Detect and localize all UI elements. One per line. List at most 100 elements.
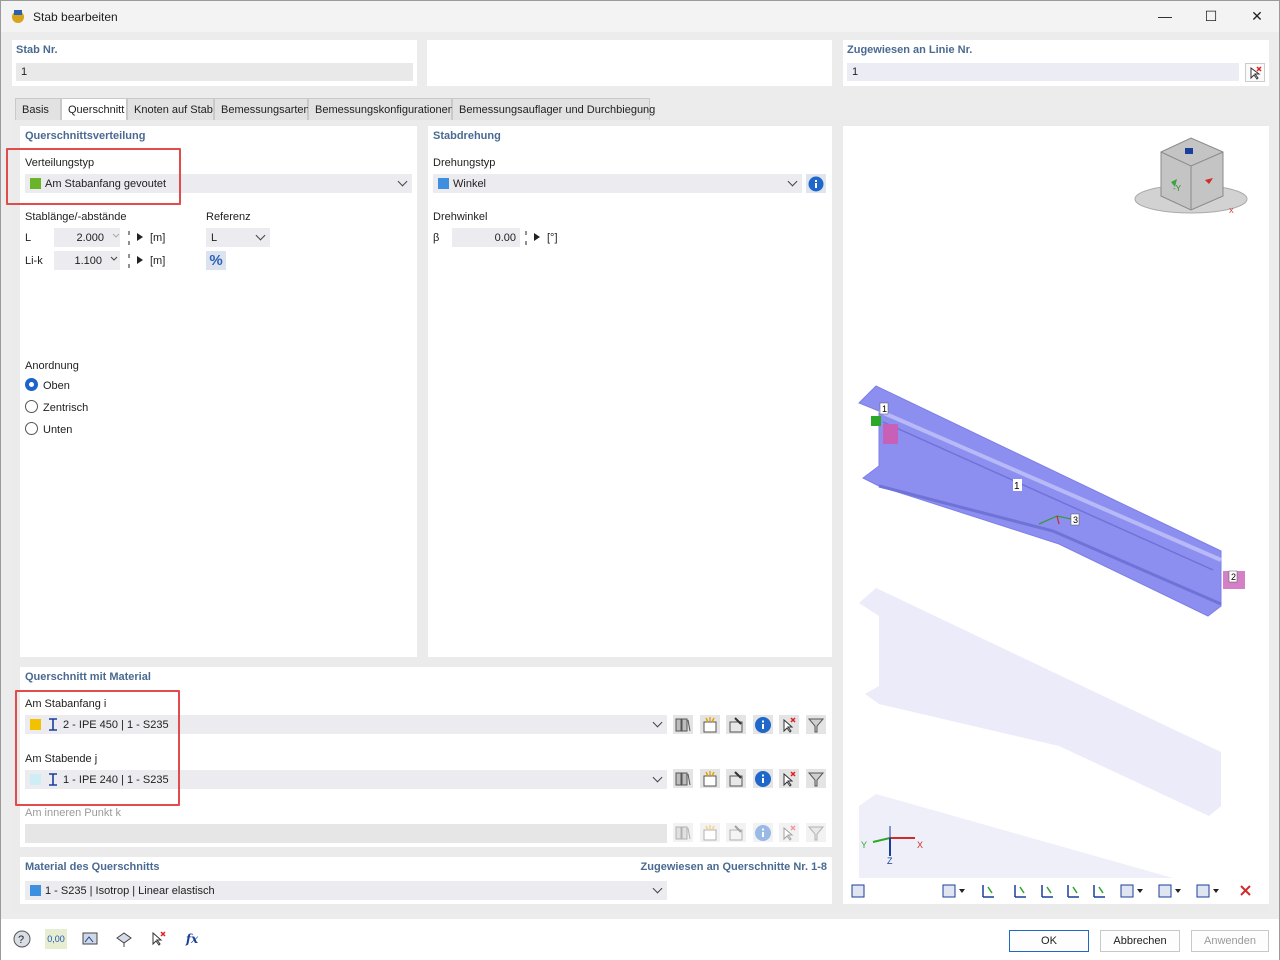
chevron-down-icon xyxy=(110,256,118,261)
edit-button[interactable] xyxy=(726,823,746,842)
beta-input[interactable]: 0.00 xyxy=(452,228,520,247)
spinner-icon[interactable] xyxy=(125,253,133,269)
tab-basis[interactable]: Basis xyxy=(15,98,61,120)
pick-line-button[interactable] xyxy=(1245,63,1265,82)
tab-bemessungsarten[interactable]: Bemessungsarten xyxy=(214,98,310,120)
info-button[interactable] xyxy=(752,823,773,842)
material-value: 1 - S235 | Isotrop | Linear elastisch xyxy=(45,885,215,897)
view-iso-button[interactable] xyxy=(1088,881,1110,901)
new-button[interactable] xyxy=(699,769,720,788)
library-button[interactable] xyxy=(673,715,693,734)
apply-button[interactable]: Anwenden xyxy=(1191,930,1269,952)
play-arrow-icon[interactable] xyxy=(137,233,143,241)
close-button[interactable]: ✕ xyxy=(1234,1,1280,32)
pick-button[interactable] xyxy=(779,823,799,842)
pick-button[interactable] xyxy=(779,769,799,788)
rotation-type-select[interactable]: Winkel xyxy=(433,174,802,193)
cancel-button[interactable]: Abbrechen xyxy=(1100,930,1180,952)
help-button[interactable]: ? xyxy=(11,929,33,949)
line-panel: Zugewiesen an Linie Nr. 1 xyxy=(843,40,1269,86)
units-button[interactable]: 0,00 xyxy=(45,929,67,949)
minimize-button[interactable]: — xyxy=(1142,1,1188,32)
view-select-button[interactable] xyxy=(847,881,869,901)
edit-button[interactable] xyxy=(726,769,746,788)
library-button[interactable] xyxy=(673,769,693,788)
length-label: Stablänge/-abstände xyxy=(25,211,127,223)
tab-querschnitt[interactable]: Querschnitt xyxy=(61,98,127,121)
axis-z-label: Z xyxy=(887,856,893,866)
info-button[interactable] xyxy=(752,769,773,788)
reference-select[interactable]: L xyxy=(206,228,270,247)
chevron-down-icon xyxy=(787,176,798,187)
filter-button[interactable] xyxy=(805,823,826,842)
info-button[interactable] xyxy=(752,715,773,734)
radio-unten[interactable] xyxy=(25,422,38,435)
stab-nr-panel: Stab Nr. 1 xyxy=(12,40,417,86)
formula-button[interactable]: fx xyxy=(181,929,203,949)
print-dropdown-button[interactable] xyxy=(1190,881,1224,901)
percent-button[interactable]: % xyxy=(206,251,226,270)
info-icon xyxy=(754,770,771,787)
play-arrow-icon[interactable] xyxy=(137,256,143,264)
chevron-down-icon xyxy=(959,889,965,893)
library-icon xyxy=(675,772,691,785)
view-neg-y-button[interactable] xyxy=(1036,881,1058,901)
display-dropdown-button[interactable] xyxy=(1152,881,1186,901)
new-button[interactable] xyxy=(699,715,720,734)
node-2-label: 2 xyxy=(1231,572,1236,582)
option-zentrisch-label: Zentrisch xyxy=(43,402,89,414)
new-button[interactable] xyxy=(699,823,720,842)
axis-dropdown-button[interactable] xyxy=(936,881,970,901)
axis-x-label: X xyxy=(917,840,923,850)
chevron-down-icon xyxy=(1213,889,1219,893)
tab-knoten-auf-stab[interactable]: Knoten auf Stab xyxy=(127,98,214,120)
display-button[interactable] xyxy=(79,929,101,949)
tab-bemessungskonfigurationen[interactable]: Bemessungskonfigurationen xyxy=(308,98,454,120)
reset-view-button[interactable] xyxy=(1235,881,1257,901)
ghost-beam xyxy=(859,794,1173,878)
spinner-icon[interactable] xyxy=(522,230,530,246)
filter-button[interactable] xyxy=(805,715,826,734)
filter-icon xyxy=(807,718,824,732)
rotation-color-swatch xyxy=(438,178,449,189)
print-dropdown-icon xyxy=(1196,884,1210,898)
window-title: Stab bearbeiten xyxy=(33,10,118,24)
material-select[interactable]: 1 - S235 | Isotrop | Linear elastisch xyxy=(25,881,667,900)
play-arrow-icon[interactable] xyxy=(534,233,540,241)
pick-cursor-icon xyxy=(783,716,796,733)
chevron-down-icon xyxy=(652,883,663,894)
cube-x-label: X xyxy=(1229,208,1234,215)
pick-button[interactable] xyxy=(779,715,799,734)
line-field[interactable]: 1 xyxy=(847,63,1239,81)
maximize-button[interactable]: ☐ xyxy=(1188,1,1234,32)
radio-zentrisch[interactable] xyxy=(25,400,38,413)
option-unten-label: Unten xyxy=(43,424,73,436)
view-z-button[interactable] xyxy=(1062,881,1084,901)
spinner-icon[interactable] xyxy=(125,230,133,246)
cube-neg-label: -Y xyxy=(1173,184,1182,193)
rotation-type-value: Winkel xyxy=(453,178,487,190)
line-label: Zugewiesen an Linie Nr. xyxy=(847,44,973,56)
view-cube-icon[interactable]: -Y X xyxy=(1134,137,1248,215)
view-front-button[interactable] xyxy=(977,881,999,901)
radio-oben[interactable] xyxy=(25,378,38,391)
footer-bar: ? 0,00 fx OK Abbrechen Anwenden xyxy=(1,919,1279,960)
tab-bemessungsauflager[interactable]: Bemessungsauflager und Durchbiegung xyxy=(452,98,655,120)
filter-button[interactable] xyxy=(805,769,826,788)
edit-button[interactable] xyxy=(726,715,746,734)
L-input[interactable]: 2.000 xyxy=(54,228,120,247)
select-button[interactable] xyxy=(147,929,169,949)
highlight-box xyxy=(15,690,180,806)
view-x-button[interactable] xyxy=(1009,881,1031,901)
beam-model[interactable] xyxy=(858,385,1245,617)
info-button[interactable] xyxy=(806,174,826,193)
view-button[interactable] xyxy=(113,929,135,949)
reference-value: L xyxy=(211,232,218,244)
3d-view-canvas: -Y X 1 1 3 2 X Y Z xyxy=(858,137,1248,878)
select-cursor-icon xyxy=(152,931,166,946)
render-dropdown-button[interactable] xyxy=(1114,881,1148,901)
ok-button[interactable]: OK xyxy=(1009,930,1089,952)
library-button[interactable] xyxy=(673,823,693,842)
stab-nr-field[interactable]: 1 xyxy=(16,63,413,81)
3d-view[interactable]: -Y X 1 1 3 2 X Y Z xyxy=(843,126,1269,904)
